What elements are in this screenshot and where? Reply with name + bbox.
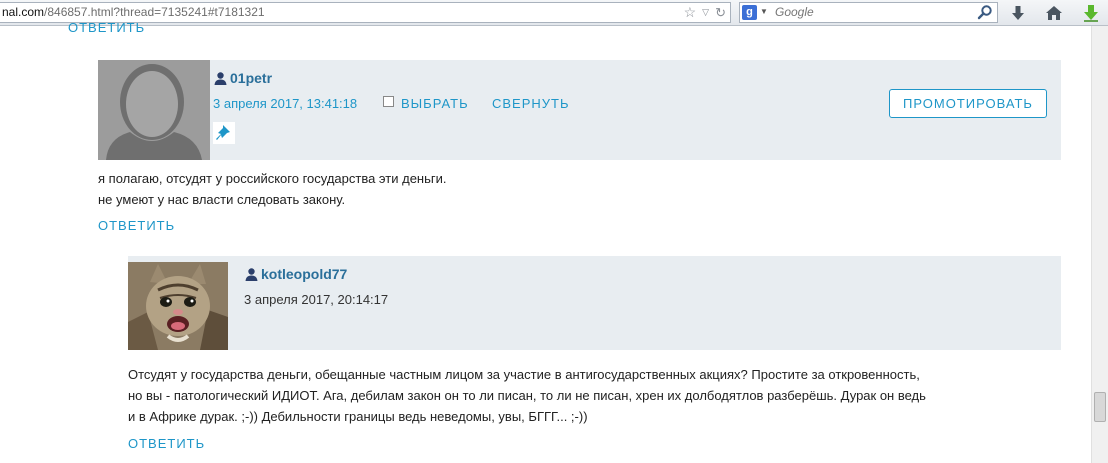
comment-line: и в Африке дурак. ;-)) Дебильности грани…	[128, 409, 588, 424]
comment-text: я полагаю, отсудят у российского государ…	[98, 168, 447, 210]
downloads-icon[interactable]	[1008, 3, 1028, 23]
avatar-default-silhouette[interactable]	[98, 60, 210, 160]
addon-download-icon[interactable]	[1081, 3, 1101, 23]
home-icon[interactable]	[1044, 3, 1064, 23]
comment-date-link[interactable]: 3 апреля 2017, 13:41:18	[213, 96, 357, 111]
reload-icon[interactable]: ↻	[715, 3, 726, 22]
engine-dropdown-icon[interactable]: ▼	[760, 7, 768, 16]
comment-line: но вы - патологический ИДИОТ. Ага, дебил…	[128, 388, 926, 403]
pin-icon[interactable]	[213, 122, 235, 144]
search-placeholder: Google	[775, 5, 814, 19]
comment-line: я полагаю, отсудят у российского государ…	[98, 171, 447, 186]
collapse-button[interactable]: СВЕРНУТЬ	[492, 96, 570, 111]
username-link[interactable]: kotleopold77	[261, 266, 347, 282]
avatar-kitten-image[interactable]	[128, 262, 228, 350]
search-box[interactable]: g ▼ Google	[739, 2, 998, 23]
urlbar-icons: ☆ ▽ ↻	[684, 3, 726, 22]
comment-line: Отсудят у государства деньги, обещанные …	[128, 367, 920, 382]
history-dropdown-icon[interactable]: ▽	[702, 3, 709, 22]
select-button[interactable]: ВЫБРАТЬ	[401, 96, 469, 111]
reply-button[interactable]: ОТВЕТИТЬ	[98, 218, 175, 233]
url-host: nal.com	[2, 5, 45, 19]
user-icon	[213, 71, 228, 91]
url-path: /846857.html?thread=7135241#t7181321	[44, 5, 265, 19]
bookmark-star-icon[interactable]: ☆	[684, 3, 697, 22]
username-link[interactable]: 01petr	[230, 70, 272, 86]
reply-button[interactable]: ОТВЕТИТЬ	[128, 436, 205, 451]
select-checkbox[interactable]	[383, 96, 394, 107]
comment-text: Отсудят у государства деньги, обещанные …	[128, 364, 1068, 427]
reply-link-previous[interactable]: ОТВЕТИТЬ	[68, 20, 145, 35]
comment-date: 3 апреля 2017, 20:14:17	[244, 292, 389, 307]
search-engine-icon[interactable]: g	[742, 5, 757, 20]
search-magnifier-icon[interactable]	[977, 4, 993, 25]
scrollbar-thumb[interactable]	[1094, 392, 1106, 422]
promote-button[interactable]: ПРОМОТИРОВАТЬ	[889, 89, 1047, 118]
browser-toolbar: nal.com/846857.html?thread=7135241#t7181…	[0, 0, 1108, 26]
user-icon	[244, 267, 259, 287]
comment-line: не умеют у нас власти следовать закону.	[98, 192, 346, 207]
